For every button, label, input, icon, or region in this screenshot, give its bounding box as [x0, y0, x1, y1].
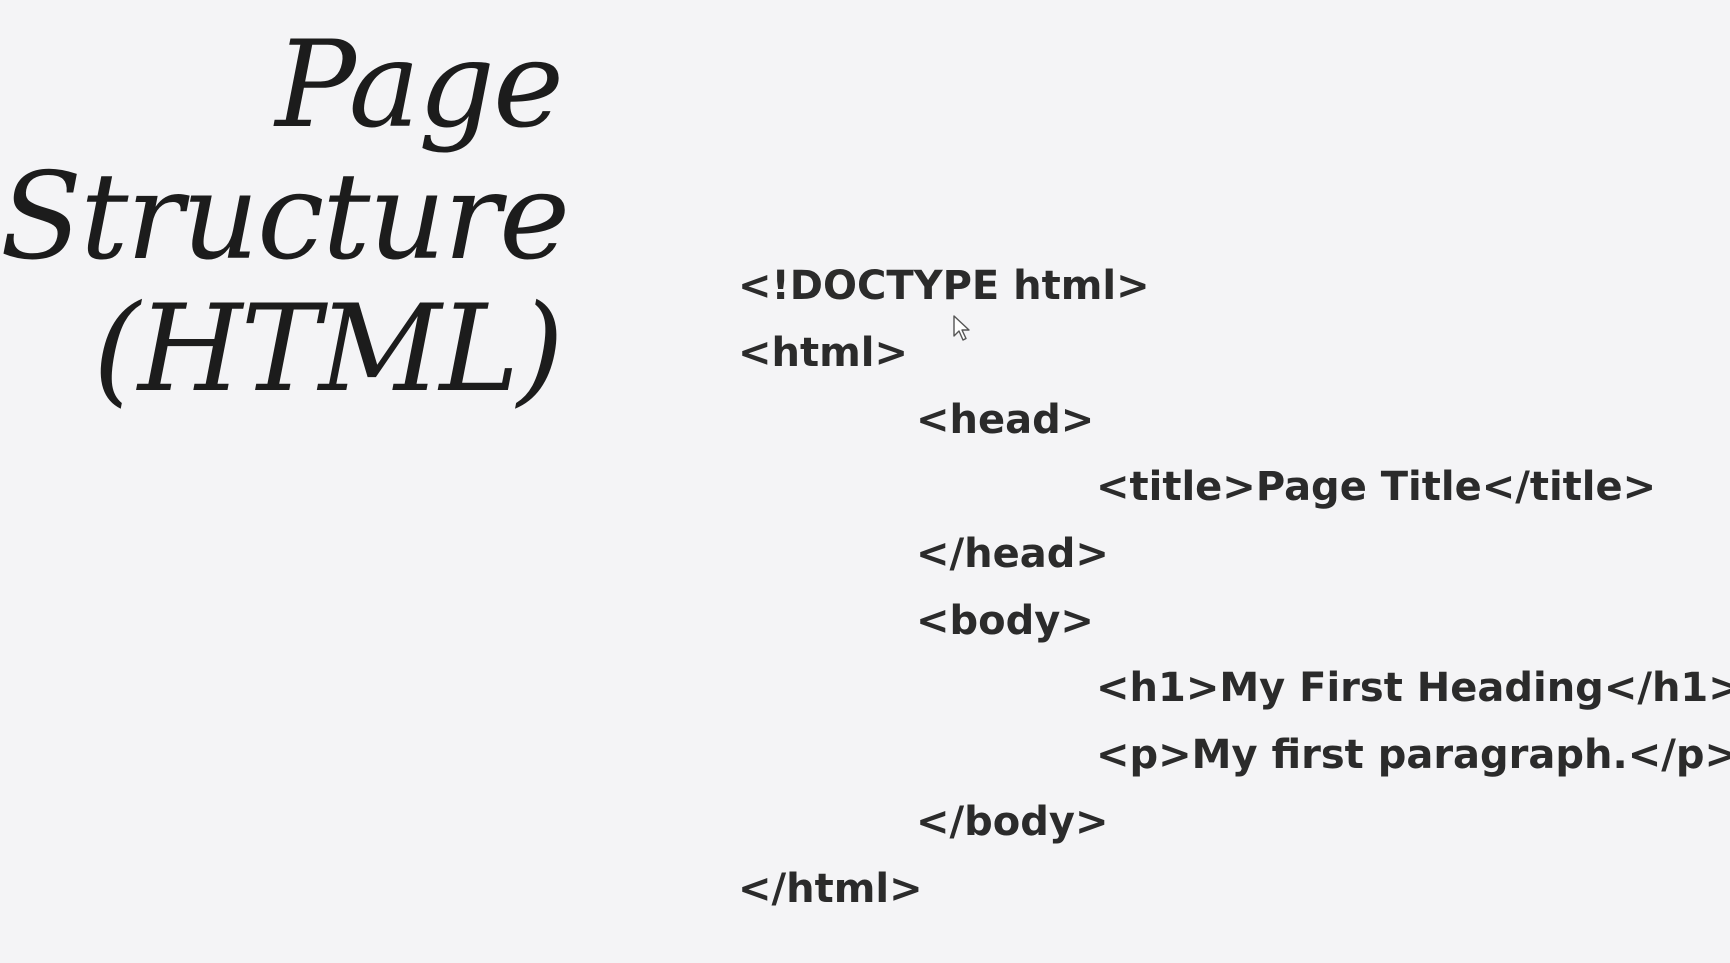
code-line-title: <title>Page Title</title> — [1096, 464, 1657, 510]
code-line-head-open: <head> — [916, 397, 1095, 443]
title-line-1: Page — [275, 16, 564, 155]
slide-title: Page Structure (HTML) — [0, 16, 570, 419]
slide: Page Structure (HTML) <!DOCTYPE html> <h… — [0, 0, 1730, 963]
code-line-head-close: </head> — [916, 531, 1109, 577]
code-line-html-close: </html> — [738, 866, 923, 912]
code-line-body-open: <body> — [916, 598, 1094, 644]
code-line-paragraph: <p>My first paragraph.</p> — [1096, 732, 1730, 778]
mouse-pointer-icon — [953, 315, 970, 341]
code-sample: <!DOCTYPE html> <html> <head> <title>Pag… — [738, 253, 1730, 923]
code-line-doctype: <!DOCTYPE html> — [738, 263, 1150, 309]
title-line-3: (HTML) — [93, 280, 564, 419]
code-line-body-close: </body> — [916, 799, 1109, 845]
code-line-html-open: <html> — [738, 330, 909, 376]
code-line-h1: <h1>My First Heading</h1> — [1096, 665, 1730, 711]
title-line-2: Structure — [0, 148, 570, 287]
